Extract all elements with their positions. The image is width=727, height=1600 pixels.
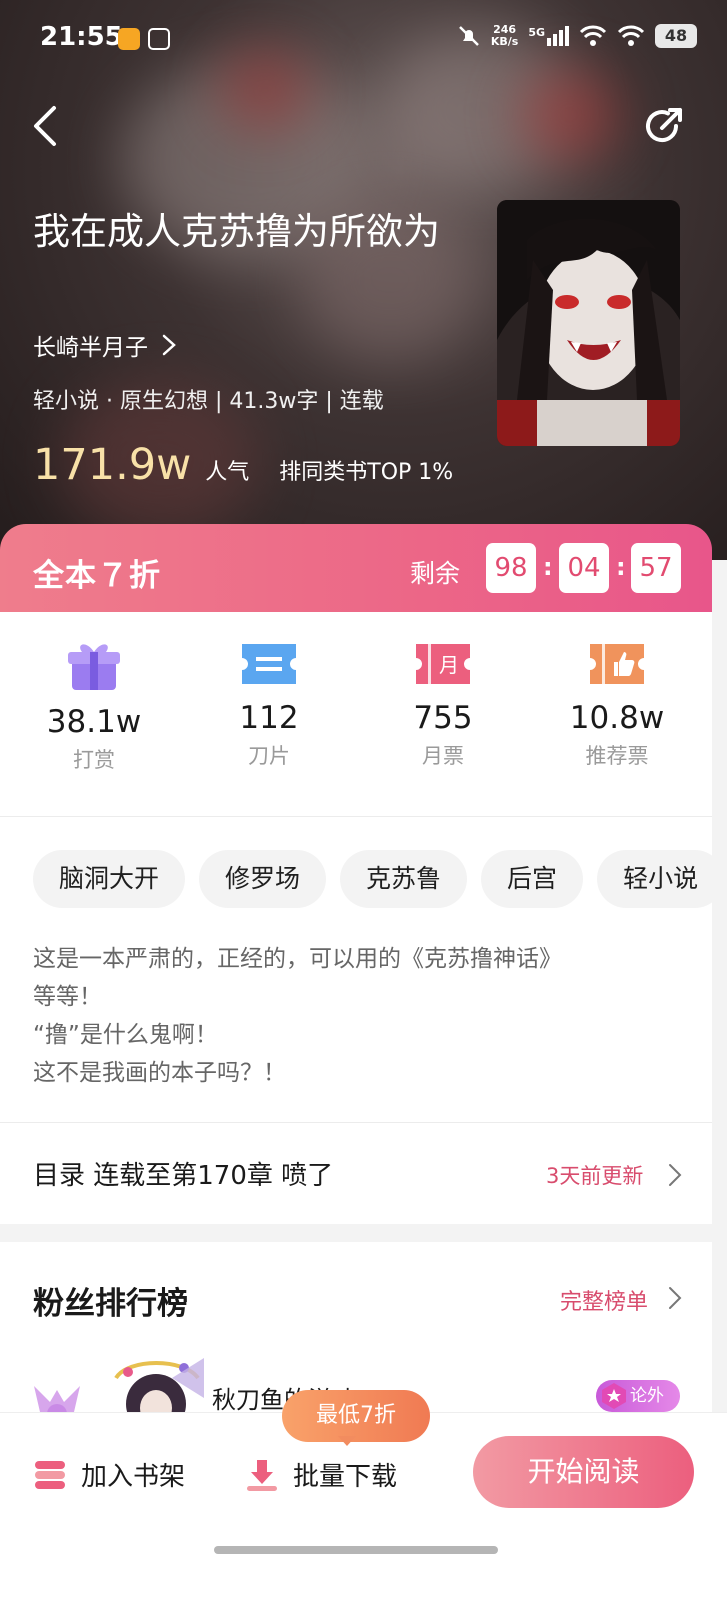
stat-recommend-ticket[interactable]: 10.8w 推荐票 bbox=[542, 640, 692, 770]
description-line: “撸”是什么鬼啊！ bbox=[33, 1022, 218, 1048]
book-description[interactable]: 这是一本严肃的，正经的，可以用的《克苏撸神话》 等等！ “撸”是什么鬼啊！ 这不… bbox=[33, 940, 683, 1092]
battery-indicator: 48 bbox=[655, 24, 697, 48]
table-of-contents-row[interactable]: 目录 连载至第170章 喷了 bbox=[33, 1155, 333, 1192]
toc-updated-label[interactable]: 3天前更新 bbox=[546, 1160, 643, 1190]
blade-ticket-icon bbox=[242, 644, 296, 684]
author-link[interactable]: 长崎半月子 bbox=[33, 328, 176, 362]
home-indicator[interactable] bbox=[214, 1546, 498, 1554]
wifi-icon-2 bbox=[617, 25, 645, 46]
status-time: 21:55 bbox=[40, 22, 123, 52]
book-cover-image[interactable] bbox=[497, 200, 680, 446]
monthly-ticket-icon: 月 bbox=[416, 644, 470, 684]
lowest-discount-badge: 最低7折 bbox=[282, 1390, 430, 1442]
svg-text:月: 月 bbox=[439, 653, 459, 677]
description-line: 等等！ bbox=[33, 984, 102, 1010]
countdown-seconds: 57 bbox=[631, 543, 681, 593]
stat-value: 112 bbox=[239, 700, 299, 736]
tag-list: 脑洞大开 修罗场 克苏鲁 后宫 轻小说 bbox=[33, 850, 725, 908]
tag-chip[interactable]: 克苏鲁 bbox=[340, 850, 468, 908]
fan-avatar[interactable] bbox=[108, 1358, 204, 1418]
stat-value: 10.8w bbox=[569, 700, 665, 736]
description-line: 这是一本严肃的，正经的，可以用的《克苏撸神话》 bbox=[33, 946, 562, 972]
wifi-icon bbox=[579, 25, 607, 46]
stat-label: 刀片 bbox=[248, 744, 290, 768]
status-bar: 21:55 246 KB/s 5G 48 bbox=[0, 0, 727, 80]
description-line: 这不是我画的本子吗？！ bbox=[33, 1060, 286, 1086]
share-button[interactable] bbox=[640, 102, 688, 150]
stat-value: 38.1w bbox=[46, 704, 142, 740]
author-name: 长崎半月子 bbox=[33, 335, 148, 361]
countdown-colon: : bbox=[616, 553, 626, 581]
remaining-label: 剩余 bbox=[410, 559, 461, 588]
countdown-colon: : bbox=[543, 553, 553, 581]
add-to-shelf-label: 加入书架 bbox=[81, 1462, 186, 1492]
add-to-shelf-button[interactable]: 加入书架 bbox=[33, 1456, 185, 1493]
chevron-right-icon bbox=[162, 334, 176, 356]
batch-download-button[interactable]: 批量下载 bbox=[245, 1456, 397, 1493]
stat-label: 打赏 bbox=[73, 748, 115, 772]
rank-text: 排同类书TOP 1% bbox=[279, 460, 454, 485]
book-meta: 轻小说 · 原生幻想 | 41.3w字 | 连载 bbox=[33, 389, 384, 414]
full-ranking-link[interactable]: 完整榜单 bbox=[560, 1284, 648, 1316]
batch-download-label: 批量下载 bbox=[293, 1462, 398, 1492]
stat-label: 推荐票 bbox=[585, 744, 649, 768]
status-icons: 246 KB/s 5G 48 bbox=[457, 24, 697, 48]
start-reading-button[interactable]: 开始阅读 bbox=[473, 1436, 694, 1508]
fans-ranking-title: 粉丝排行榜 bbox=[33, 1286, 188, 1322]
stat-value: 755 bbox=[413, 700, 473, 736]
cell-signal: 5G bbox=[528, 26, 569, 46]
fan-badge-label: 论外 bbox=[630, 1386, 664, 1406]
tag-chip[interactable]: 后宫 bbox=[481, 850, 584, 908]
fan-level-badge: 论外 bbox=[596, 1380, 680, 1412]
popularity-row: 171.9w 人气 排同类书TOP 1% bbox=[33, 440, 453, 490]
taobao-notification-icon bbox=[118, 28, 140, 50]
cover-illustration bbox=[497, 200, 680, 446]
stat-monthly-ticket[interactable]: 月 755 月票 bbox=[368, 640, 518, 770]
popularity-label: 人气 bbox=[205, 460, 250, 485]
stat-tip[interactable]: 38.1w 打赏 bbox=[19, 640, 169, 774]
share-icon bbox=[646, 108, 682, 143]
star-badge-icon bbox=[602, 1383, 626, 1409]
stat-blade[interactable]: 112 刀片 bbox=[194, 640, 344, 770]
mute-bell-icon bbox=[458, 26, 479, 46]
net-speed: 246 KB/s bbox=[490, 23, 519, 48]
chevron-right-icon bbox=[669, 1287, 682, 1309]
back-button[interactable] bbox=[28, 102, 68, 150]
thumbs-up-ticket-icon bbox=[590, 644, 644, 684]
chevron-right-icon bbox=[669, 1164, 682, 1186]
bookshelf-icon bbox=[35, 1460, 65, 1489]
book-title: 我在成人克苏撸为所欲为 bbox=[33, 210, 440, 253]
back-arrow-icon bbox=[34, 106, 56, 146]
popularity-value: 171.9w bbox=[33, 440, 192, 490]
discount-label: 全本７折 bbox=[33, 558, 161, 594]
section-gap bbox=[0, 1224, 712, 1242]
tag-chip[interactable]: 脑洞大开 bbox=[33, 850, 186, 908]
divider bbox=[0, 1122, 712, 1123]
countdown-hours: 98 bbox=[486, 543, 536, 593]
gift-icon bbox=[68, 644, 120, 690]
app-notification-icon bbox=[148, 28, 170, 50]
countdown-minutes: 04 bbox=[559, 543, 609, 593]
book-detail-screen: 21:55 246 KB/s 5G 48 我在成人克苏撸为所欲为 长崎半月子 轻… bbox=[0, 0, 727, 1600]
divider bbox=[0, 816, 712, 817]
tag-chip[interactable]: 轻小说 bbox=[597, 850, 725, 908]
stat-label: 月票 bbox=[422, 744, 464, 768]
badge-pointer bbox=[338, 1436, 356, 1446]
tag-chip[interactable]: 修罗场 bbox=[199, 850, 327, 908]
download-icon bbox=[247, 1459, 277, 1491]
